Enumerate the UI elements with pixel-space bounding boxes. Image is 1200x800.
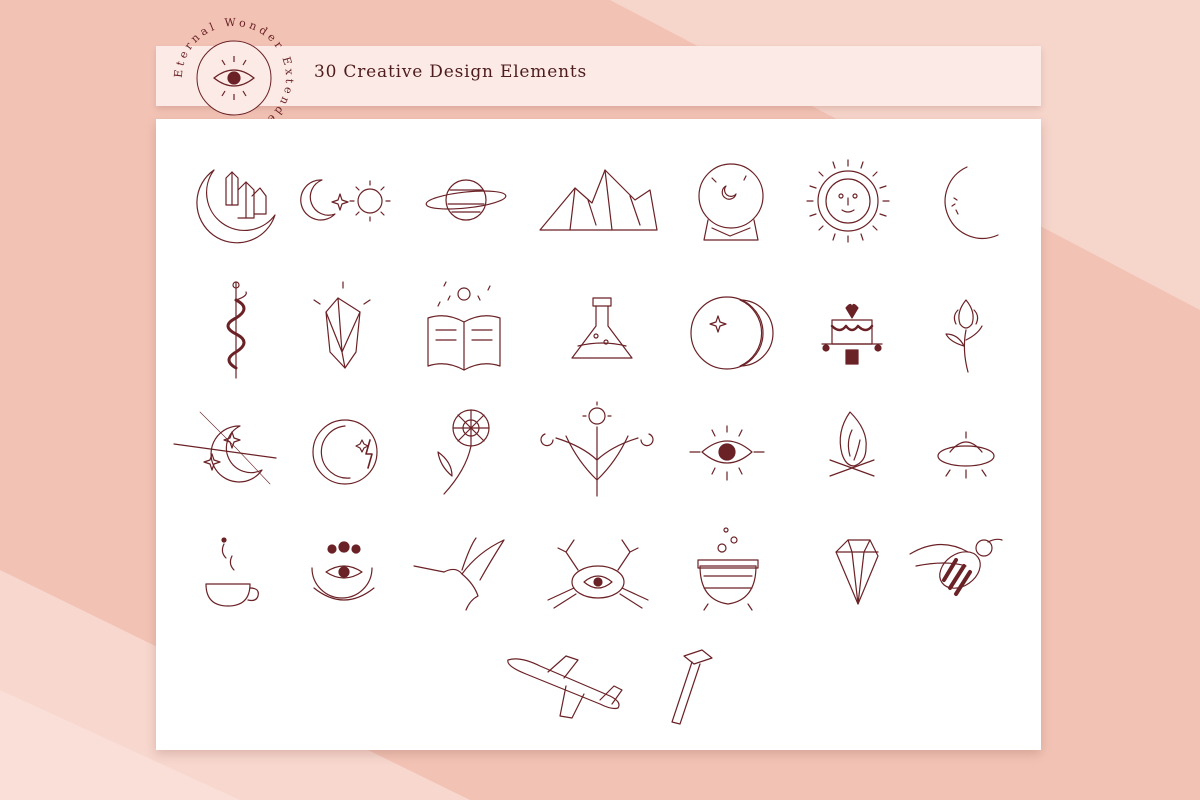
ufo-icon bbox=[937, 431, 995, 479]
crystal-ball-icon bbox=[698, 163, 764, 241]
crab-icon bbox=[547, 539, 649, 609]
eye-icon bbox=[689, 425, 765, 481]
hummingbird-icon bbox=[413, 537, 505, 611]
cake-icon bbox=[821, 303, 883, 365]
gem-icon bbox=[835, 539, 879, 605]
planet-icon bbox=[425, 179, 507, 221]
sun-face-icon bbox=[806, 159, 890, 243]
elements-grid bbox=[173, 159, 1003, 725]
plant-sun-icon bbox=[540, 401, 654, 497]
airplane-icon bbox=[507, 655, 623, 719]
crescent-face-icon bbox=[944, 166, 999, 239]
cauldron-icon bbox=[697, 527, 759, 611]
moon-eye-icon bbox=[311, 541, 375, 601]
campfire-icon bbox=[829, 411, 875, 477]
magic-book-icon bbox=[427, 281, 501, 371]
daisy-icon bbox=[437, 409, 490, 495]
mountains-icon bbox=[539, 169, 658, 231]
moon-face-icon bbox=[690, 296, 774, 370]
flower-icon bbox=[945, 299, 983, 373]
moon-stars-icon bbox=[173, 411, 277, 485]
crystals-moon-icon bbox=[196, 169, 276, 244]
moon-star-sun-icon bbox=[300, 179, 391, 222]
coffee-cup-icon bbox=[205, 537, 259, 607]
hammer-icon bbox=[671, 649, 713, 725]
bee-icon bbox=[909, 538, 1003, 596]
moon-lightning-icon bbox=[312, 419, 378, 485]
potion-flask-icon bbox=[571, 297, 633, 359]
snake-staff-icon bbox=[226, 281, 247, 379]
crystal-icon bbox=[313, 281, 371, 369]
